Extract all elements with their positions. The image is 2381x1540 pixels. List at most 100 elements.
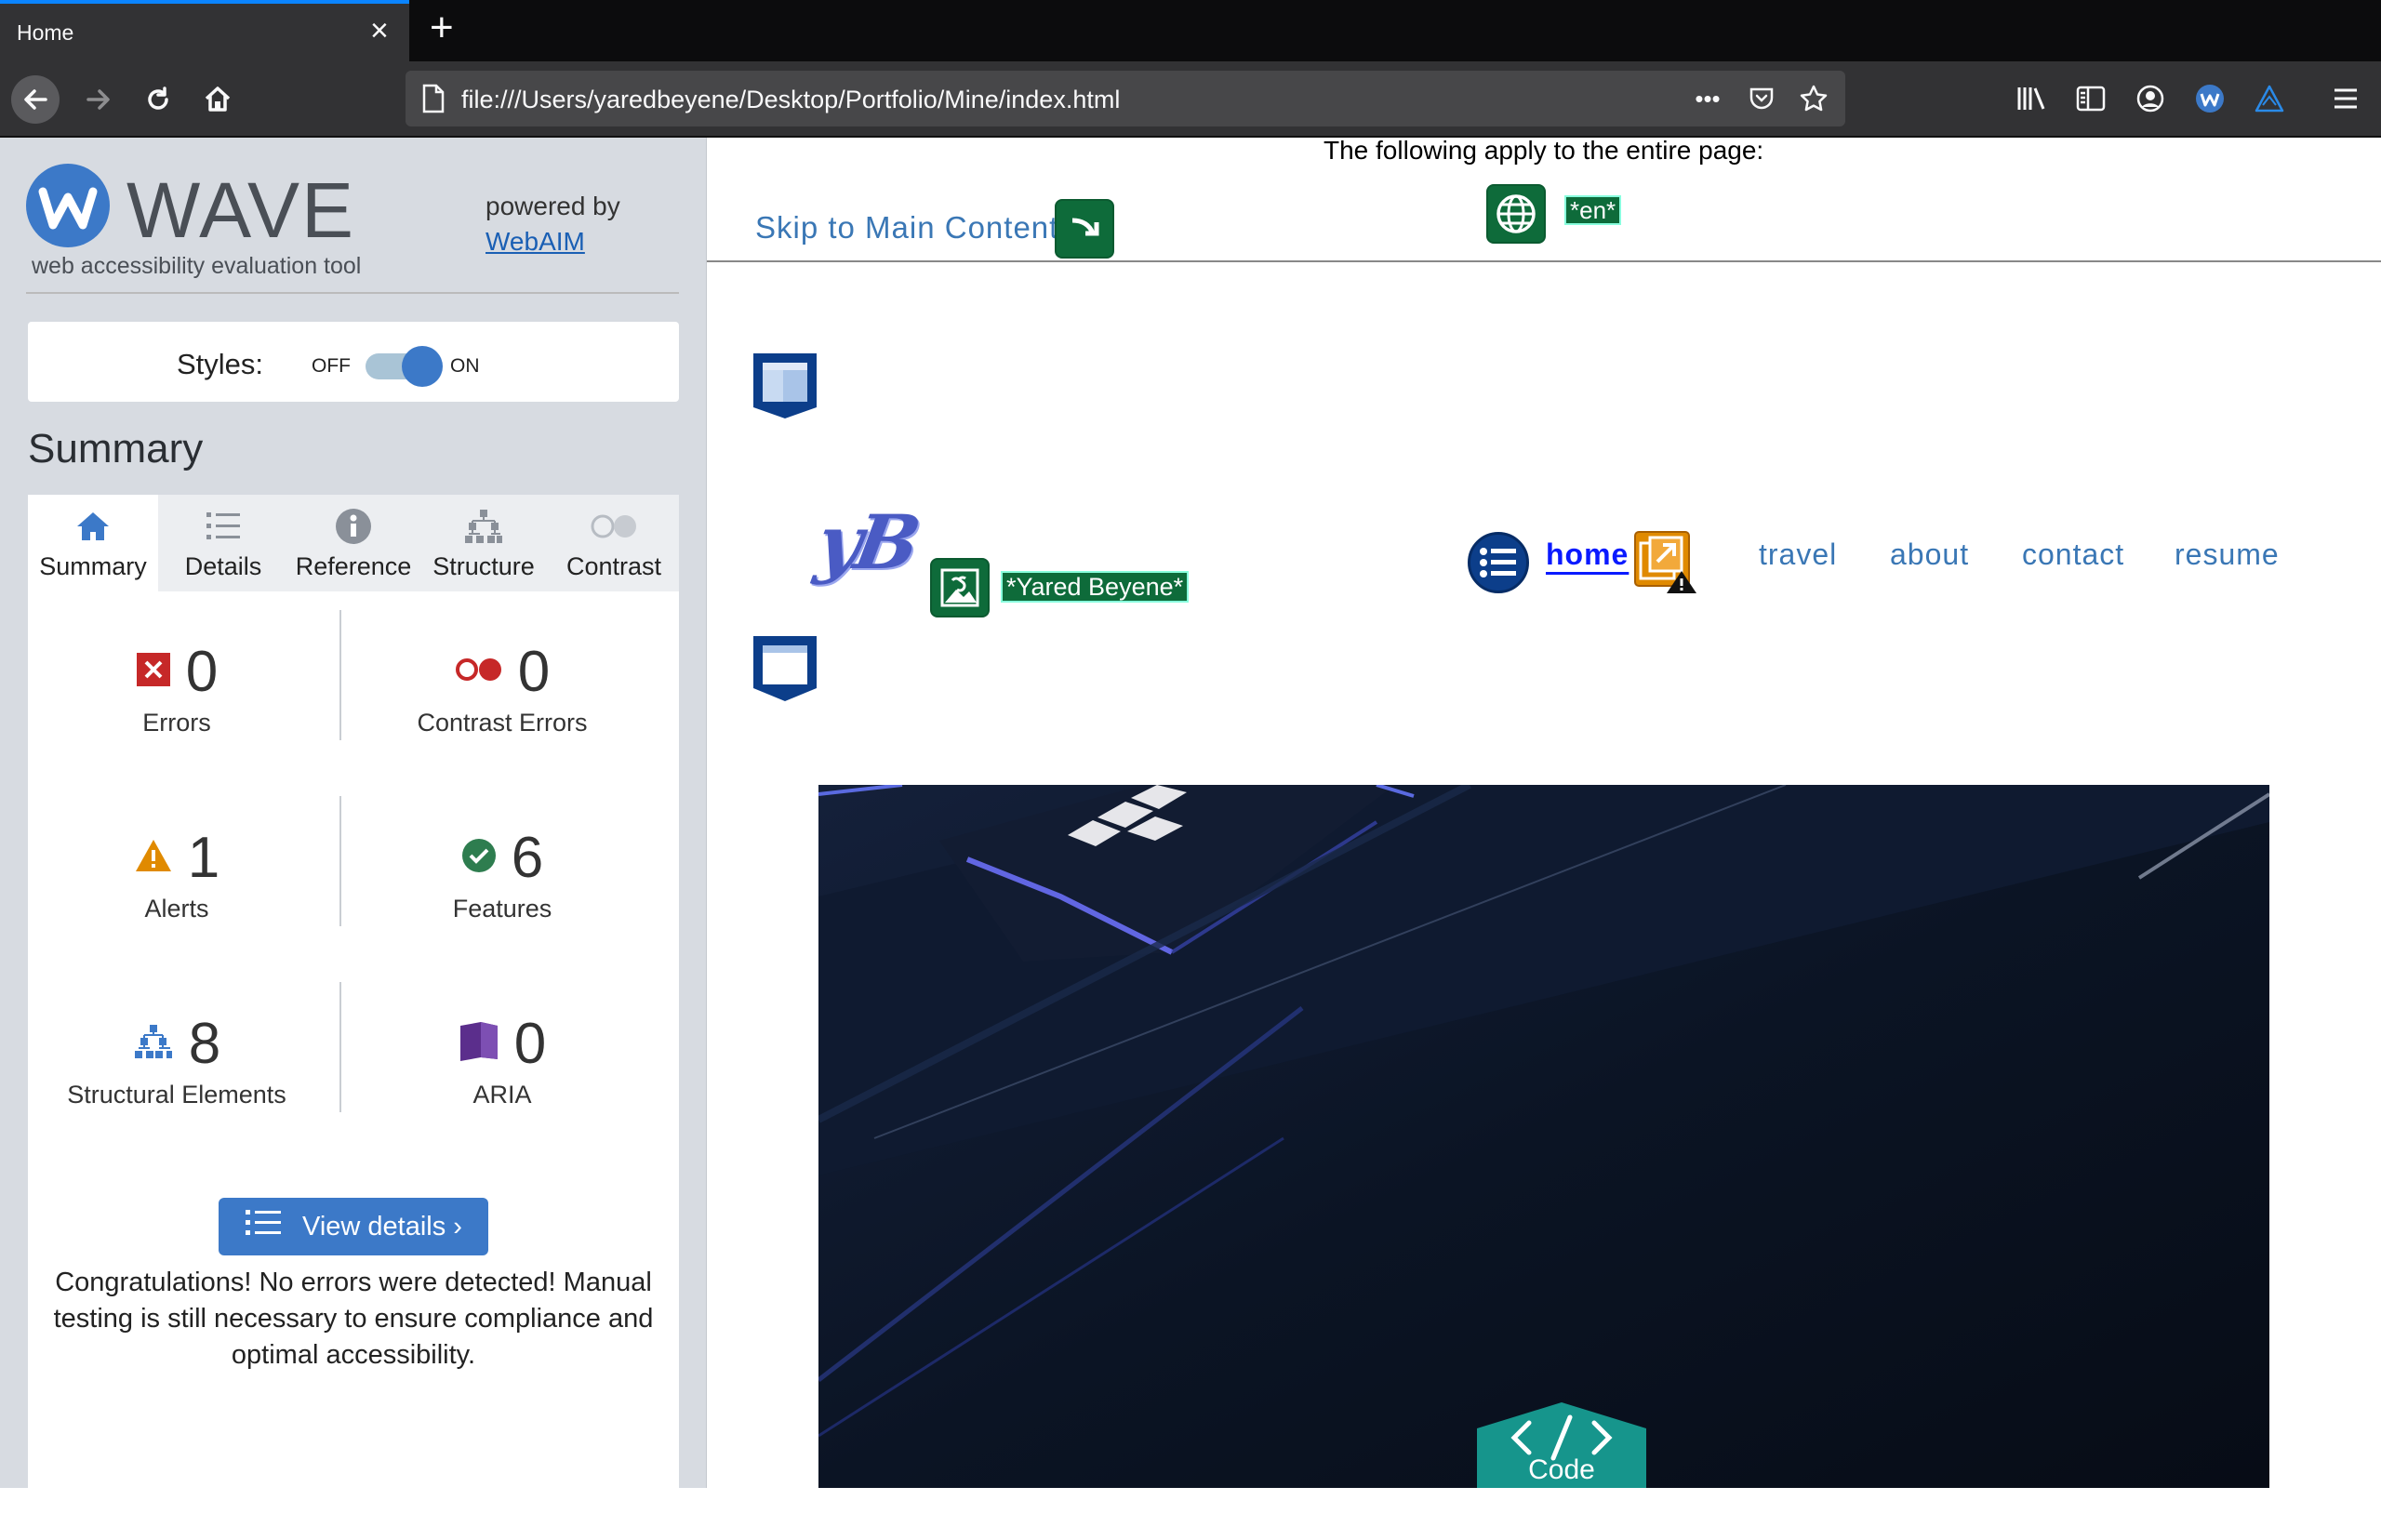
linked-image-icon[interactable] (930, 558, 990, 617)
structural-label: Structural Elements (67, 1081, 286, 1109)
structural-count: 8 (188, 1011, 221, 1076)
wave-sidebar: WAVE web accessibility evaluation tool p… (0, 138, 707, 1540)
tab-details[interactable]: Details (158, 495, 288, 591)
tab-contrast[interactable]: Contrast (549, 495, 679, 591)
nav-home-link[interactable]: home (1546, 538, 1629, 572)
back-arrow-icon[interactable] (11, 75, 60, 124)
alert-icon (134, 838, 173, 878)
language-badge: *en* (1564, 195, 1622, 225)
navigation-list-icon[interactable] (1468, 532, 1529, 593)
structure-icon (419, 508, 549, 545)
nav-travel-link[interactable]: travel (1759, 538, 1837, 572)
errors-stat[interactable]: 0 Errors (28, 638, 326, 737)
more-actions-icon[interactable]: ••• (1691, 82, 1724, 115)
redundant-link-alert-icon[interactable] (1633, 530, 1698, 595)
browser-toolbar: file:///Users/yaredbeyene/Desktop/Portfo… (0, 61, 2381, 138)
url-bar[interactable]: file:///Users/yaredbeyene/Desktop/Portfo… (406, 71, 1845, 126)
congrats-message: Congratulations! No errors were detected… (53, 1268, 654, 1370)
accessibility-extension-icon[interactable] (2249, 78, 2290, 119)
divider (26, 292, 679, 294)
url-text[interactable]: file:///Users/yaredbeyene/Desktop/Portfo… (461, 86, 1120, 114)
error-icon (136, 652, 171, 692)
alerts-stat[interactable]: 1 Alerts (28, 824, 326, 923)
tab-label: Summary (39, 552, 147, 580)
aria-stat[interactable]: 0 ARIA (353, 1010, 651, 1109)
page-level-annotations: The following apply to the entire page: … (707, 138, 2381, 262)
new-tab-icon[interactable]: + (430, 7, 454, 48)
skip-link-target-icon[interactable] (1055, 199, 1114, 259)
pocket-icon[interactable] (1745, 82, 1778, 115)
contrast-errors-stat[interactable]: 0 Contrast Errors (353, 638, 651, 737)
page-viewport: The following apply to the entire page: … (707, 138, 2381, 1488)
tab-title: Home (17, 20, 74, 45)
features-stat[interactable]: 6 Features (353, 824, 651, 923)
styles-label: Styles: (177, 348, 264, 380)
errors-count: 0 (185, 639, 219, 704)
tab-close-icon[interactable]: × (370, 15, 389, 46)
bookmark-star-icon[interactable] (1797, 82, 1830, 115)
browser-tab[interactable]: Home × (0, 0, 409, 61)
list-icon (245, 1208, 282, 1245)
wave-logo-text: WAVE (126, 166, 356, 254)
page-apply-text: The following apply to the entire page: (1324, 138, 1764, 165)
styles-toggle-knob[interactable] (402, 346, 443, 387)
alerts-label: Alerts (144, 895, 209, 923)
wave-tabs: Summary Details Reference Structure Cont… (28, 495, 679, 591)
contrast-icon (549, 508, 679, 545)
divider (339, 982, 341, 1112)
aria-count: 0 (513, 1011, 547, 1076)
page-icon (420, 84, 446, 118)
account-icon[interactable] (2130, 78, 2171, 119)
nav-about-link[interactable]: about (1890, 538, 1969, 572)
wave-tagline: web accessibility evaluation tool (32, 253, 362, 279)
styles-off-label: OFF (312, 355, 351, 377)
errors-label: Errors (142, 709, 211, 737)
browser-tab-bar: Home × + (0, 0, 2381, 61)
summary-heading: Summary (28, 426, 204, 471)
hamburger-menu-icon[interactable] (2325, 78, 2366, 119)
tab-label: Structure (432, 552, 535, 580)
contrast-errors-count: 0 (517, 639, 551, 704)
forward-arrow-icon[interactable] (74, 75, 123, 124)
divider (339, 796, 341, 926)
tab-reference[interactable]: Reference (288, 495, 419, 591)
structural-elements-stat[interactable]: 8 Structural Elements (28, 1010, 326, 1109)
home-icon[interactable] (193, 75, 242, 124)
contrast-errors-label: Contrast Errors (417, 709, 588, 737)
structure-icon (133, 1024, 174, 1064)
features-count: 6 (511, 825, 544, 890)
nav-resume-link[interactable]: resume (2175, 538, 2280, 572)
site-logo[interactable]: yB (811, 498, 922, 586)
sidebar-toggle-icon[interactable] (2070, 78, 2111, 119)
header-region-icon[interactable] (752, 352, 818, 420)
view-details-label: View details › (302, 1211, 462, 1241)
summary-panel: 0 Errors 0 Contrast Errors 1 Alerts 6 Fe… (28, 591, 679, 1540)
code-badge: Code (1477, 1402, 1646, 1488)
tab-summary[interactable]: Summary (28, 495, 158, 591)
tab-label: Details (184, 552, 262, 580)
powered-by-label: powered by (486, 192, 620, 220)
library-icon[interactable] (2011, 78, 2052, 119)
view-details-button[interactable]: View details › (219, 1198, 488, 1255)
code-badge-label: Code (1528, 1454, 1595, 1485)
tab-structure[interactable]: Structure (419, 495, 549, 591)
reload-icon[interactable] (134, 75, 182, 124)
feature-check-icon (461, 838, 497, 878)
nav-contact-link[interactable]: contact (2022, 538, 2124, 572)
info-icon (288, 508, 419, 545)
skip-to-main-link[interactable]: Skip to Main Content (755, 210, 1058, 246)
tab-label: Contrast (565, 552, 662, 580)
styles-on-label: ON (450, 355, 480, 377)
aria-icon (459, 1020, 499, 1068)
language-globe-icon[interactable] (1486, 184, 1546, 244)
tab-label: Reference (295, 552, 412, 580)
styles-toggle-box: Styles: OFF ON (28, 322, 679, 402)
alerts-count: 1 (187, 825, 220, 890)
webaim-link[interactable]: WebAIM (486, 227, 585, 257)
wave-logo-icon (26, 164, 110, 247)
main-region-icon[interactable] (752, 634, 818, 703)
wave-extension-icon[interactable] (2189, 78, 2230, 119)
features-label: Features (452, 895, 552, 923)
hero-keyboard-image (818, 785, 2269, 1488)
contrast-error-icon (455, 657, 503, 687)
